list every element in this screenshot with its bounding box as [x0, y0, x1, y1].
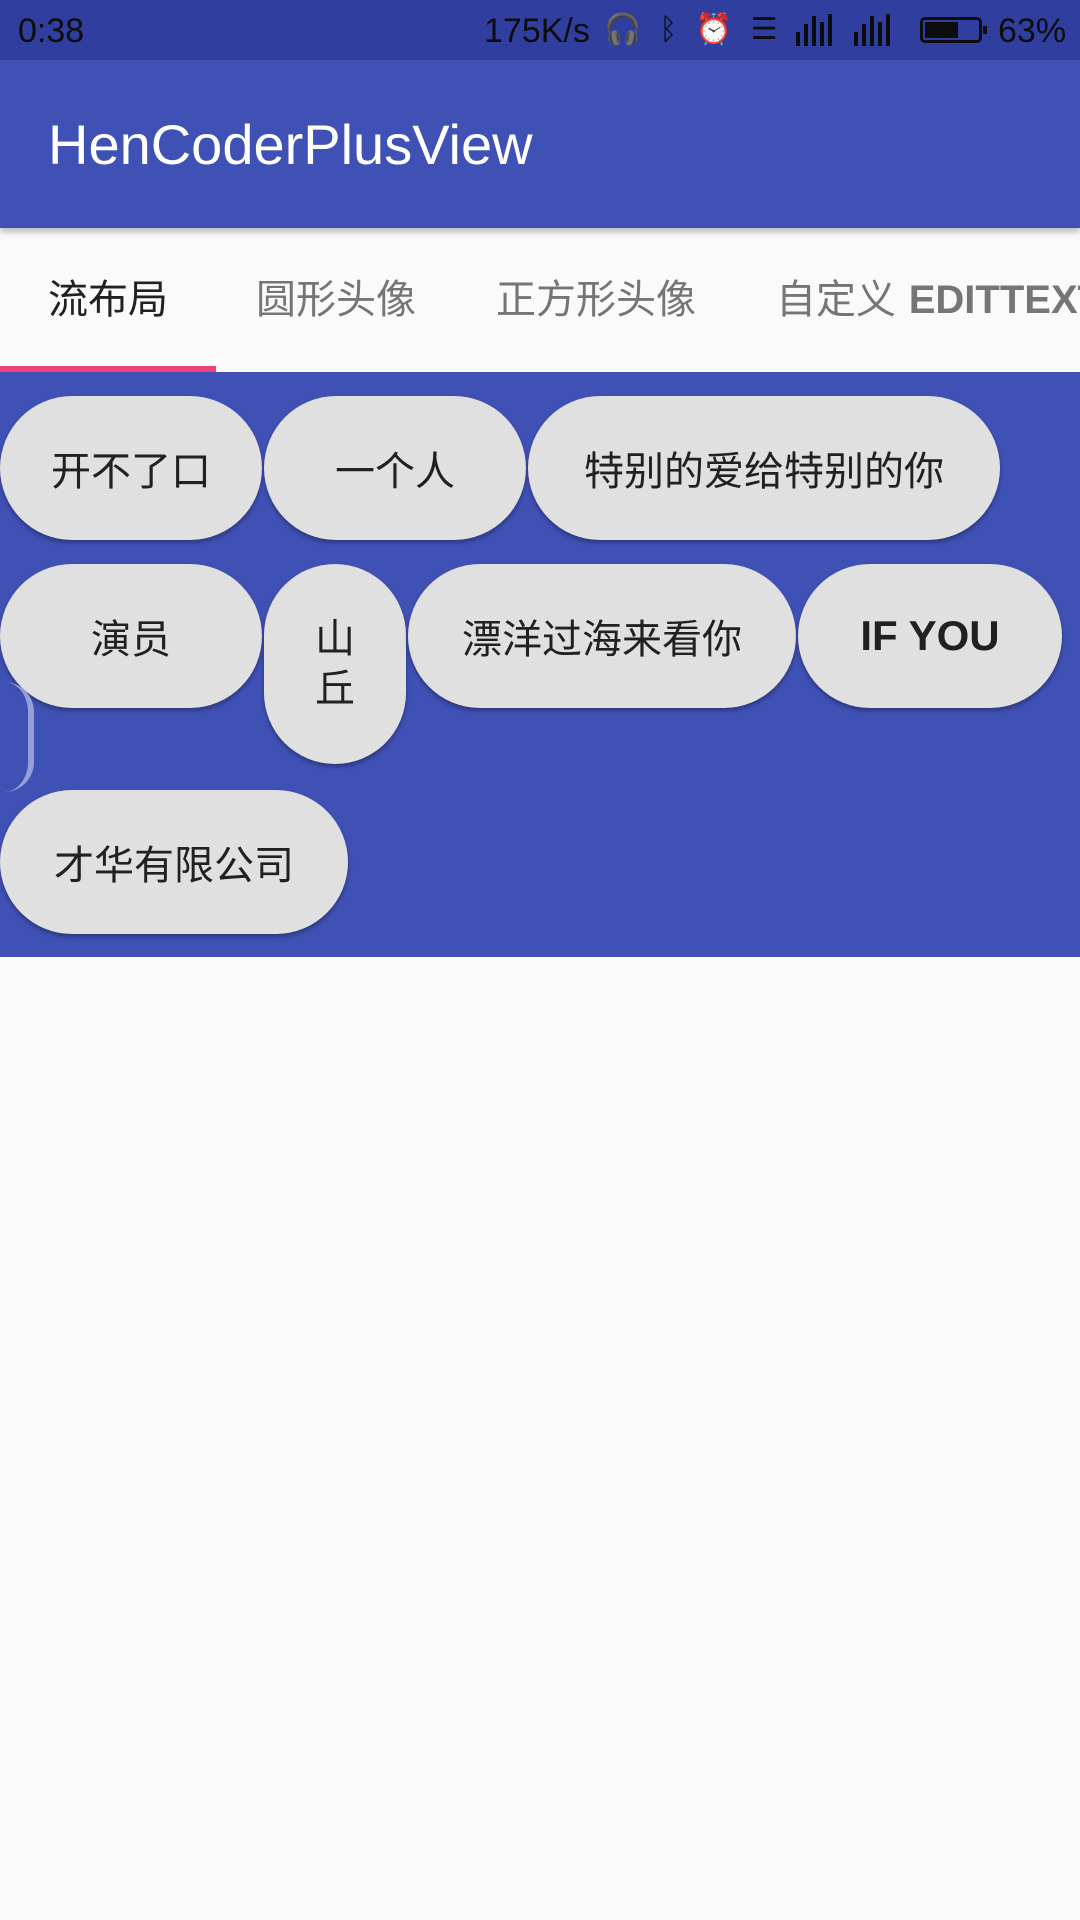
- app-bar: HenCoderPlusView: [0, 60, 1080, 228]
- flow-item[interactable]: 特别的爱给特别的你: [528, 396, 1000, 540]
- status-time: 0:38: [18, 12, 85, 50]
- battery-percent: 63%: [998, 12, 1067, 50]
- network-speed: 175K/s: [484, 12, 590, 50]
- tab-bar: 流布局 圆形头像 正方形头像 自定义 EDITTEXT: [0, 228, 1080, 372]
- signal-icon: [853, 14, 894, 46]
- bluetooth-icon: ᛒ: [659, 13, 678, 46]
- flow-item[interactable]: 山丘: [264, 564, 406, 764]
- page-title: HenCoderPlusView: [48, 113, 533, 176]
- tab-custom-edittext[interactable]: 自定义 EDITTEXT: [736, 228, 1080, 372]
- data-icon: ☰: [750, 13, 778, 46]
- headset-icon: 🎧: [604, 13, 642, 46]
- flow-item[interactable]: 漂洋过海来看你: [408, 564, 796, 708]
- flow-item[interactable]: IF YOU: [798, 564, 1062, 708]
- tab-flow-layout[interactable]: 流布局: [0, 228, 216, 372]
- battery-icon: [920, 17, 987, 43]
- status-icons: 🎧 ᛒ ⏰ ☰: [604, 12, 912, 48]
- tab-square-avatar[interactable]: 正方形头像: [456, 228, 736, 372]
- flow-item[interactable]: 开不了口: [0, 396, 262, 540]
- flow-layout: 开不了口 一个人 特别的爱给特别的你 演员 山丘 漂洋过海来看你 IF YOU …: [0, 372, 1080, 957]
- battery-level: [925, 22, 958, 38]
- alarm-icon: ⏰: [695, 13, 733, 46]
- flow-item[interactable]: 一个人: [264, 396, 526, 540]
- loading-indicator: [4, 682, 34, 792]
- status-bar: 0:38 175K/s 🎧 ᛒ ⏰ ☰ 63%: [0, 0, 1080, 60]
- signal-icon: [795, 14, 836, 46]
- tab-circle-avatar[interactable]: 圆形头像: [216, 228, 456, 372]
- flow-item[interactable]: 演员: [0, 564, 262, 708]
- flow-item[interactable]: 才华有限公司: [0, 790, 348, 934]
